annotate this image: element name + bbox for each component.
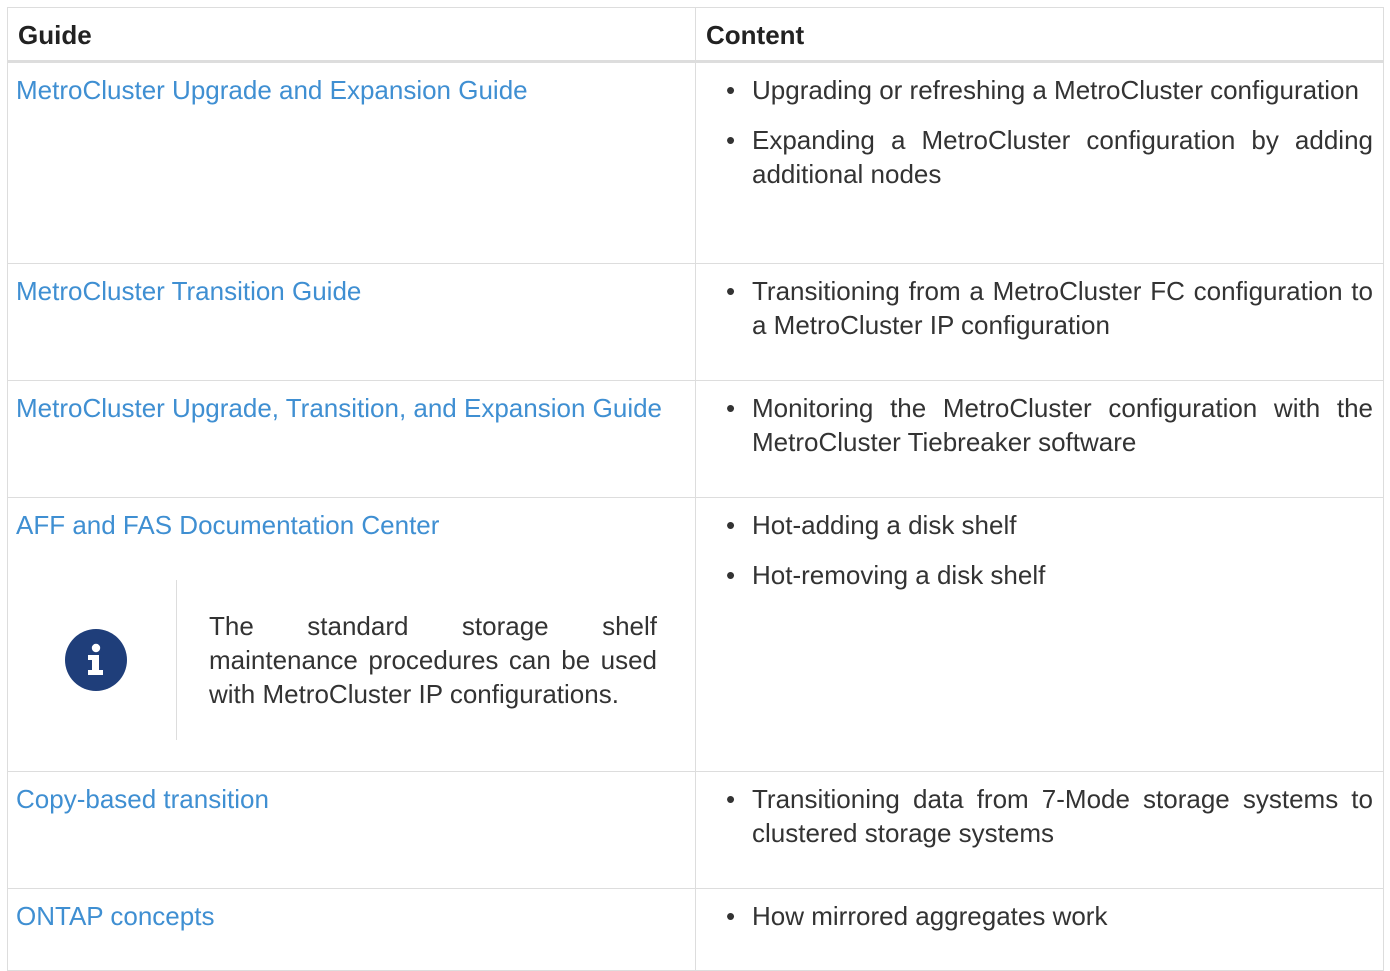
list-item: Expanding a MetroCluster configuration b… [726, 123, 1373, 191]
guide-link-upgrade-transition-expansion[interactable]: MetroCluster Upgrade, Transition, and Ex… [16, 391, 687, 425]
table-row: MetroCluster Upgrade and Expansion Guide… [7, 61, 1384, 264]
guide-table: Guide Content MetroCluster Upgrade and E… [7, 7, 1384, 971]
content-list: How mirrored aggregates work [726, 899, 1373, 933]
guide-link-copy-based-transition[interactable]: Copy-based transition [16, 782, 687, 816]
note-text: The standard storage shelf maintenance p… [209, 611, 657, 709]
content-cell: Monitoring the MetroCluster configuratio… [695, 380, 1384, 498]
table-row: MetroCluster Upgrade, Transition, and Ex… [7, 380, 1384, 498]
guide-link-aff-fas-docs[interactable]: AFF and FAS Documentation Center [16, 508, 687, 542]
table-row: MetroCluster Transition Guide Transition… [7, 263, 1384, 381]
guide-cell: MetroCluster Upgrade, Transition, and Ex… [7, 380, 696, 498]
content-cell: How mirrored aggregates work [695, 888, 1384, 971]
header-content: Content [695, 7, 1384, 63]
guide-cell: AFF and FAS Documentation Center The sta… [7, 497, 696, 772]
guide-cell: ONTAP concepts [7, 888, 696, 971]
table-row: AFF and FAS Documentation Center The sta… [7, 497, 1384, 772]
content-cell: Hot-adding a disk shelf Hot-removing a d… [695, 497, 1384, 772]
guide-cell: Copy-based transition [7, 771, 696, 889]
info-icon [65, 629, 127, 691]
note-icon-column [16, 580, 177, 740]
guide-cell: MetroCluster Transition Guide [7, 263, 696, 381]
list-item: Transitioning data from 7-Mode storage s… [726, 782, 1373, 850]
content-list: Transitioning from a MetroCluster FC con… [726, 274, 1373, 342]
list-item: Hot-removing a disk shelf [726, 558, 1373, 592]
list-item: Monitoring the MetroCluster configuratio… [726, 391, 1373, 459]
info-icon-glyph [88, 643, 103, 675]
content-cell: Transitioning data from 7-Mode storage s… [695, 771, 1384, 889]
content-list: Hot-adding a disk shelf Hot-removing a d… [726, 508, 1373, 592]
guide-link-upgrade-expansion[interactable]: MetroCluster Upgrade and Expansion Guide [16, 73, 687, 107]
table-row: Copy-based transition Transitioning data… [7, 771, 1384, 889]
content-list: Upgrading or refreshing a MetroCluster c… [726, 73, 1373, 191]
content-list: Transitioning data from 7-Mode storage s… [726, 782, 1373, 850]
list-item: How mirrored aggregates work [726, 899, 1373, 933]
list-item: Transitioning from a MetroCluster FC con… [726, 274, 1373, 342]
content-cell: Upgrading or refreshing a MetroCluster c… [695, 61, 1384, 264]
list-item: Hot-adding a disk shelf [726, 508, 1373, 542]
list-item: Upgrading or refreshing a MetroCluster c… [726, 73, 1373, 107]
table-row: ONTAP concepts How mirrored aggregates w… [7, 888, 1384, 971]
header-guide: Guide [7, 7, 696, 63]
guide-link-transition[interactable]: MetroCluster Transition Guide [16, 274, 687, 308]
guide-cell: MetroCluster Upgrade and Expansion Guide [7, 61, 696, 264]
content-cell: Transitioning from a MetroCluster FC con… [695, 263, 1384, 381]
table-header-row: Guide Content [7, 7, 1384, 63]
admonition-note: The standard storage shelf maintenance p… [16, 580, 687, 740]
content-list: Monitoring the MetroCluster configuratio… [726, 391, 1373, 459]
guide-table-container: Guide Content MetroCluster Upgrade and E… [7, 7, 1384, 971]
guide-link-ontap-concepts[interactable]: ONTAP concepts [16, 899, 687, 933]
